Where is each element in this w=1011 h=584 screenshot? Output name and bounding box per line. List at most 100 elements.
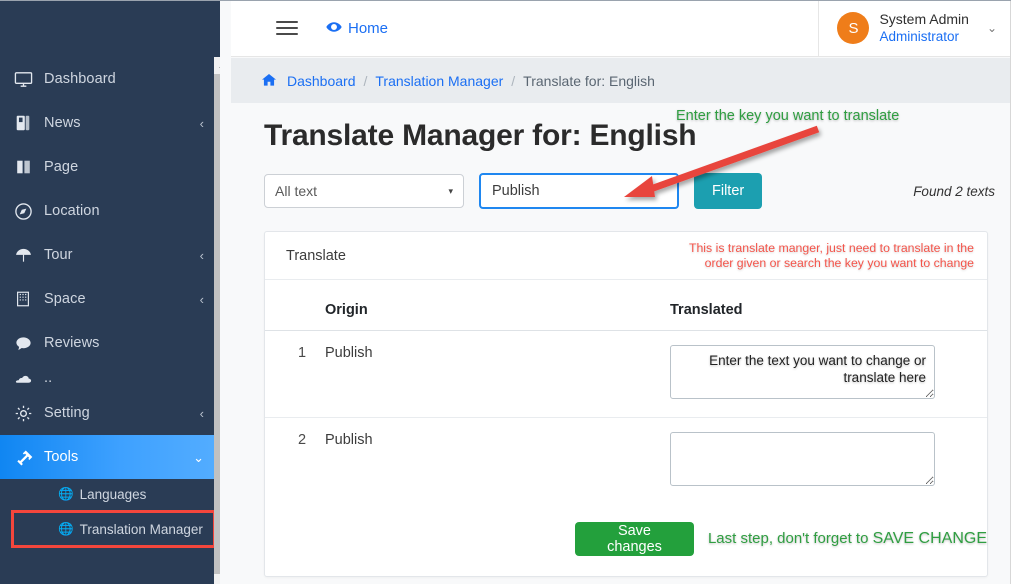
sidebar-item-label: Setting xyxy=(44,405,90,421)
sidebar-submenu-tools: 🌐 Languages 🌐 Translation Manager xyxy=(0,479,220,553)
sidebar: Dashboard News ‹ Page Location Tour ‹ Sp… xyxy=(0,0,220,584)
monitor-icon xyxy=(14,70,44,89)
sidebar-item-label: Space xyxy=(44,291,86,307)
globe-icon: 🌐 xyxy=(58,487,74,501)
table-header-row: Origin Translated xyxy=(265,280,987,331)
sidebar-item-label: News xyxy=(44,115,81,131)
sidebar-item-tools[interactable]: Tools ⌄ xyxy=(0,435,220,479)
window-top-border xyxy=(0,0,1011,1)
sidebar-item-setting[interactable]: Setting ‹ xyxy=(0,391,220,435)
sidebar-item-dashboard[interactable]: Dashboard xyxy=(0,57,220,101)
sidebar-subitem-label: Languages xyxy=(79,487,147,502)
translate-table: Origin Translated 1 Publish 2 Publish xyxy=(265,280,987,504)
breadcrumb: Dashboard / Translation Manager / Transl… xyxy=(231,58,1010,103)
annotation-save-hint: Last step, don't forget to SAVE CHANGE xyxy=(708,530,987,548)
app-window: Dashboard News ‹ Page Location Tour ‹ Sp… xyxy=(0,0,1011,584)
gear-icon xyxy=(14,404,44,423)
sidebar-item-reviews[interactable]: Reviews xyxy=(0,321,220,365)
user-menu[interactable]: S System Admin Administrator ⌄ xyxy=(818,0,1011,57)
sidebar-item-label: Location xyxy=(44,203,100,219)
text-scope-select-value: All text xyxy=(275,183,318,199)
main-content: Translate Manager for: English All text … xyxy=(231,103,1010,584)
sidebar-item-label: Page xyxy=(44,159,79,175)
chevron-down-icon: ▾ xyxy=(448,185,453,196)
annotation-card-hint-line1: This is translate manger, just need to t… xyxy=(688,240,974,255)
open-book-icon xyxy=(14,158,44,176)
sidebar-scrollbar-thumb[interactable] xyxy=(214,74,220,574)
save-changes-button[interactable]: Save changes xyxy=(575,522,694,556)
sidebar-item-location[interactable]: Location xyxy=(0,189,220,233)
page-title: Translate Manager for: English xyxy=(264,119,697,152)
sidebar-item-label: .. xyxy=(44,370,53,386)
search-input[interactable] xyxy=(479,173,679,209)
hammer-icon xyxy=(14,448,44,467)
globe-icon: 🌐 xyxy=(58,521,74,536)
sidebar-item-partial[interactable]: .. xyxy=(0,365,220,391)
annotation-save-hint-prefix: Last step, don't forget to xyxy=(707,530,873,547)
table-row: 1 Publish xyxy=(265,330,987,418)
eye-icon xyxy=(326,20,342,37)
breadcrumb-separator: / xyxy=(363,72,368,89)
filter-button[interactable]: Filter xyxy=(694,173,763,209)
compass-icon xyxy=(14,202,44,221)
sidebar-scrollbar[interactable] xyxy=(214,57,220,584)
row-origin: Publish xyxy=(325,330,670,418)
chevron-left-icon: ‹ xyxy=(199,115,204,131)
annotation-card-hint: This is translate manger, just need to t… xyxy=(689,241,974,271)
sidebar-item-news[interactable]: News ‹ xyxy=(0,101,220,145)
chevron-left-icon: ‹ xyxy=(199,405,204,421)
sidebar-item-label: Tour xyxy=(44,247,73,263)
user-role: Administrator xyxy=(879,29,959,44)
text-scope-select[interactable]: All text ▾ xyxy=(264,174,464,208)
hamburger-icon[interactable] xyxy=(276,17,298,39)
column-header-origin: Origin xyxy=(325,280,670,331)
building-icon xyxy=(14,290,44,308)
translate-card-header: Translate This is translate manger, just… xyxy=(265,232,987,280)
user-name: System Admin xyxy=(879,11,969,27)
user-info: System Admin Administrator xyxy=(879,11,968,45)
avatar: S xyxy=(837,12,870,44)
sidebar-logo-area xyxy=(0,0,220,57)
chevron-left-icon: ‹ xyxy=(199,247,204,263)
breadcrumb-item-translation-manager[interactable]: Translation Manager xyxy=(375,73,503,89)
sidebar-item-translation-manager[interactable]: 🌐 Translation Manager xyxy=(0,510,220,548)
cloud-icon xyxy=(14,372,44,384)
annotation-key-hint: Enter the key you want to translate xyxy=(676,108,900,124)
home-link[interactable]: Home xyxy=(326,20,388,37)
chevron-down-icon: ⌄ xyxy=(193,449,204,465)
chevron-left-icon: ‹ xyxy=(199,291,204,307)
book-icon xyxy=(14,114,44,132)
top-header: Home S System Admin Administrator ⌄ xyxy=(231,0,1011,57)
breadcrumb-item-dashboard[interactable]: Dashboard xyxy=(287,73,356,89)
breadcrumb-item-current: Translate for: English xyxy=(523,72,655,89)
found-count-label: Found 2 texts xyxy=(913,183,995,199)
row-number: 1 xyxy=(265,330,325,418)
row-translated-cell xyxy=(670,330,987,418)
sidebar-item-tour[interactable]: Tour ‹ xyxy=(0,233,220,277)
scroll-up-arrow-icon[interactable] xyxy=(214,57,220,74)
sidebar-subitem-label: Translation Manager xyxy=(79,521,203,537)
save-row: Save changes Last step, don't forget to … xyxy=(265,504,987,576)
home-icon xyxy=(262,73,276,89)
sidebar-item-languages[interactable]: 🌐 Languages xyxy=(0,479,220,510)
sidebar-nav: Dashboard News ‹ Page Location Tour ‹ Sp… xyxy=(0,57,220,553)
translation-textarea-1[interactable] xyxy=(670,345,935,399)
home-link-label: Home xyxy=(348,19,389,37)
comment-icon xyxy=(14,334,44,353)
breadcrumb-separator: / xyxy=(511,72,516,89)
translation-textarea-2[interactable] xyxy=(670,432,935,486)
filter-bar: All text ▾ Filter Found 2 texts xyxy=(264,173,1010,209)
column-header-translated: Translated xyxy=(670,280,987,331)
sidebar-item-label: Dashboard xyxy=(44,71,116,87)
annotation-save-hint-caps: SAVE CHANGE xyxy=(872,530,987,547)
umbrella-icon xyxy=(14,246,44,265)
row-number: 2 xyxy=(298,432,307,448)
card-title: Translate xyxy=(286,247,346,264)
sidebar-item-page[interactable]: Page xyxy=(0,145,220,189)
table-row: 2 Publish xyxy=(265,418,987,505)
sidebar-item-space[interactable]: Space ‹ xyxy=(0,277,220,321)
sidebar-item-label: Reviews xyxy=(44,335,100,351)
sidebar-item-label: Tools xyxy=(44,449,79,465)
chevron-down-icon[interactable]: ⌄ xyxy=(987,21,997,35)
column-header-num xyxy=(265,280,325,331)
